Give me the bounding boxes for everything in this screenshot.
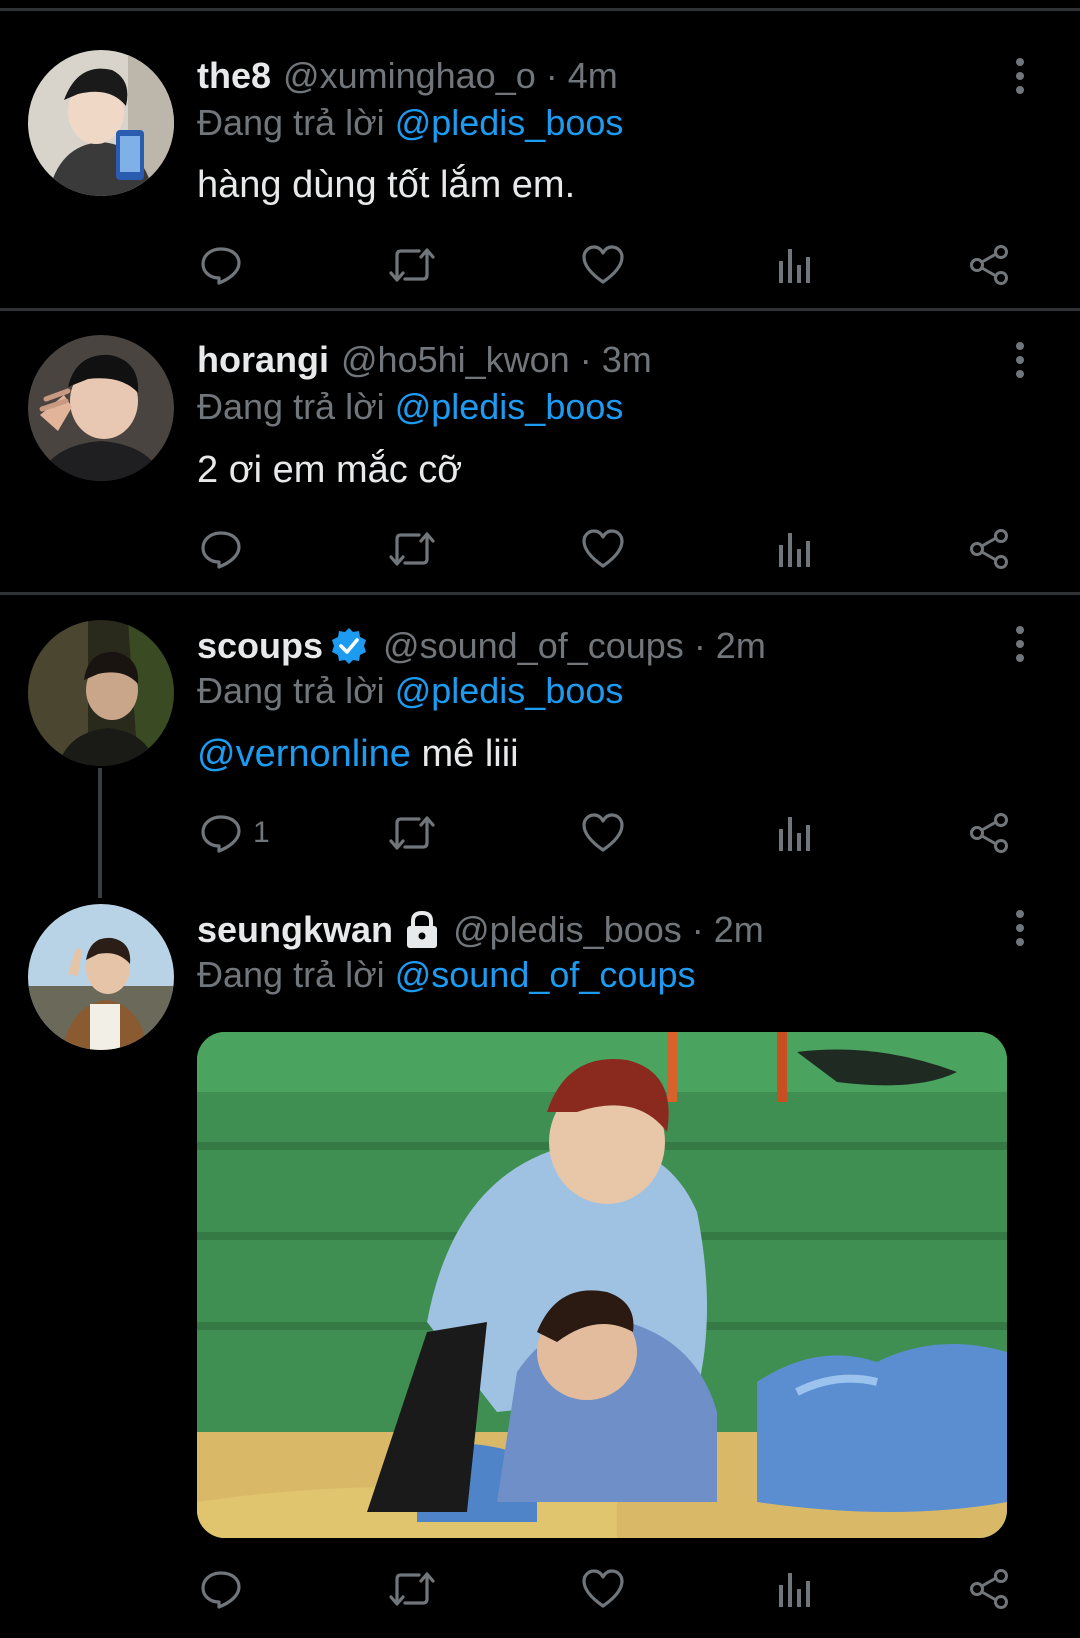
- more-vertical-icon[interactable]: [1010, 908, 1030, 948]
- tweet-header: horangi @ho5hi_kwon · 3m: [197, 335, 652, 385]
- retweet-icon: [387, 243, 437, 287]
- tweet-the8[interactable]: the8 @xuminghao_o · 4m Đang trả lời @ple…: [0, 0, 1080, 310]
- user-handle[interactable]: @xuminghao_o: [283, 55, 536, 97]
- action-bar: [197, 524, 1037, 574]
- share-button[interactable]: [967, 524, 1011, 574]
- replying-label: Đang trả lời: [197, 954, 385, 995]
- action-bar: 1: [197, 808, 1037, 858]
- reply-icon: [199, 243, 243, 287]
- avatar[interactable]: [28, 904, 174, 1050]
- share-icon: [967, 811, 1011, 855]
- tweet-scoups[interactable]: scoups @sound_of_coups · 2m Đang trả lời…: [0, 596, 1080, 898]
- tweet-divider: [0, 308, 1080, 311]
- display-name[interactable]: scoups: [197, 625, 323, 667]
- user-handle[interactable]: @sound_of_coups: [383, 625, 684, 667]
- reply-to-mention[interactable]: @pledis_boos: [395, 386, 624, 427]
- tweet-horangi[interactable]: horangi @ho5hi_kwon · 3m Đang trả lời @p…: [0, 312, 1080, 594]
- timestamp[interactable]: · 2m: [692, 909, 764, 951]
- timestamp[interactable]: · 4m: [546, 55, 618, 97]
- more-vertical-icon[interactable]: [1010, 340, 1030, 380]
- verified-badge-icon: [329, 626, 369, 666]
- reply-button[interactable]: [199, 1564, 253, 1614]
- views-icon: [777, 1567, 813, 1611]
- display-name[interactable]: seungkwan: [197, 909, 393, 951]
- tweet-header: scoups @sound_of_coups · 2m: [197, 621, 766, 671]
- views-button[interactable]: [777, 1564, 813, 1614]
- tweet-divider: [0, 592, 1080, 595]
- tweet-media-image[interactable]: [197, 1032, 1007, 1538]
- heart-icon: [580, 811, 626, 855]
- tweet-header: the8 @xuminghao_o · 4m: [197, 51, 618, 101]
- retweet-icon: [387, 811, 437, 855]
- heart-icon: [580, 527, 626, 571]
- heart-icon: [580, 1567, 626, 1611]
- replying-label: Đang trả lời: [197, 386, 385, 427]
- retweet-icon: [387, 1567, 437, 1611]
- reply-to-mention[interactable]: @pledis_boos: [395, 670, 624, 711]
- replying-to-line: Đang trả lời @pledis_boos: [197, 386, 623, 428]
- like-button[interactable]: [580, 808, 626, 858]
- tweet-header: seungkwan @pledis_boos · 2m: [197, 905, 764, 955]
- retweet-button[interactable]: [387, 524, 437, 574]
- retweet-button[interactable]: [387, 808, 437, 858]
- reply-to-mention[interactable]: @sound_of_coups: [395, 954, 696, 995]
- views-icon: [777, 243, 813, 287]
- retweet-icon: [387, 527, 437, 571]
- thread-line: [98, 768, 102, 898]
- reply-icon: [199, 527, 243, 571]
- avatar[interactable]: [28, 335, 174, 481]
- reply-button[interactable]: [199, 240, 253, 290]
- replying-label: Đang trả lời: [197, 670, 385, 711]
- heart-icon: [580, 243, 626, 287]
- share-icon: [967, 527, 1011, 571]
- share-icon: [967, 1567, 1011, 1611]
- reply-count: 1: [253, 816, 270, 849]
- avatar[interactable]: [28, 620, 174, 766]
- share-icon: [967, 243, 1011, 287]
- tweet-text: 2 ơi em mắc cỡ: [197, 449, 463, 491]
- views-button[interactable]: [777, 808, 813, 858]
- tweet-text: hàng dùng tốt lắm em.: [197, 164, 576, 206]
- display-name[interactable]: horangi: [197, 339, 329, 381]
- replying-to-line: Đang trả lời @pledis_boos: [197, 670, 623, 712]
- like-button[interactable]: [580, 524, 626, 574]
- retweet-button[interactable]: [387, 1564, 437, 1614]
- replying-to-line: Đang trả lời @pledis_boos: [197, 102, 623, 144]
- share-button[interactable]: [967, 808, 1011, 858]
- like-button[interactable]: [580, 1564, 626, 1614]
- action-bar: [197, 240, 1037, 290]
- timestamp[interactable]: · 2m: [694, 625, 766, 667]
- views-button[interactable]: [777, 240, 813, 290]
- views-button[interactable]: [777, 524, 813, 574]
- views-icon: [777, 811, 813, 855]
- more-vertical-icon[interactable]: [1010, 624, 1030, 664]
- reply-button[interactable]: [199, 524, 253, 574]
- user-handle[interactable]: @ho5hi_kwon: [341, 339, 570, 381]
- like-button[interactable]: [580, 240, 626, 290]
- replying-label: Đang trả lời: [197, 102, 385, 143]
- share-button[interactable]: [967, 240, 1011, 290]
- text-mention[interactable]: @vernonline: [197, 733, 411, 775]
- views-icon: [777, 527, 813, 571]
- more-vertical-icon[interactable]: [1010, 56, 1030, 96]
- reply-button[interactable]: 1: [199, 808, 270, 858]
- tweet-text: @vernonline mê liii: [197, 733, 519, 776]
- reply-to-mention[interactable]: @pledis_boos: [395, 102, 624, 143]
- avatar[interactable]: [28, 50, 174, 196]
- lock-icon: [403, 910, 441, 950]
- text-body: mê liii: [410, 733, 519, 775]
- action-bar: [197, 1564, 1037, 1614]
- reply-icon: [199, 1567, 243, 1611]
- retweet-button[interactable]: [387, 240, 437, 290]
- timestamp[interactable]: · 3m: [580, 339, 652, 381]
- user-handle[interactable]: @pledis_boos: [453, 909, 682, 951]
- display-name[interactable]: the8: [197, 55, 271, 97]
- reply-icon: [199, 811, 243, 855]
- share-button[interactable]: [967, 1564, 1011, 1614]
- replying-to-line: Đang trả lời @sound_of_coups: [197, 954, 695, 996]
